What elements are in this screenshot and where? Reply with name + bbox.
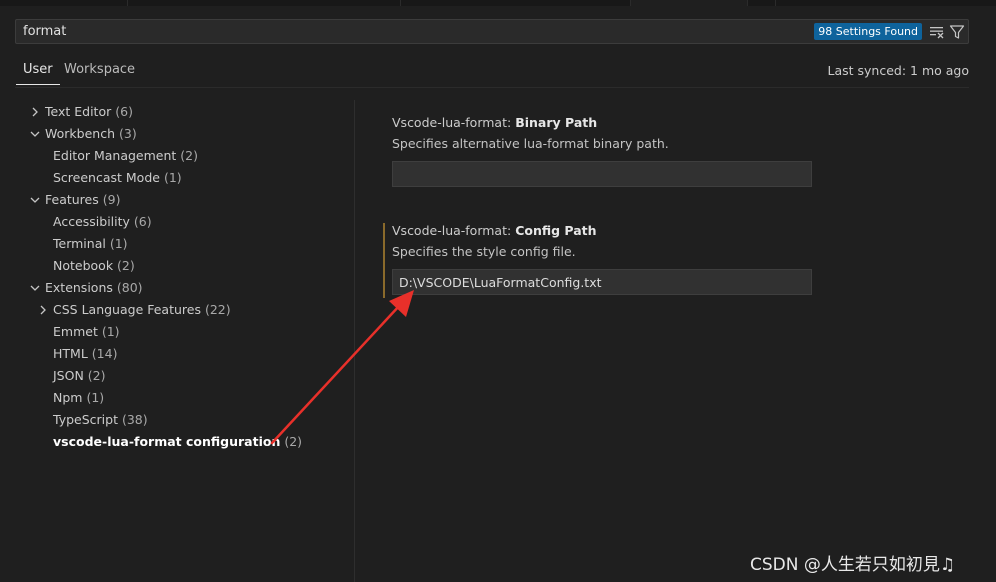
csdn-watermark: CSDN @人生若只如初見♫ [750, 555, 956, 575]
annotation-arrow [270, 290, 414, 445]
